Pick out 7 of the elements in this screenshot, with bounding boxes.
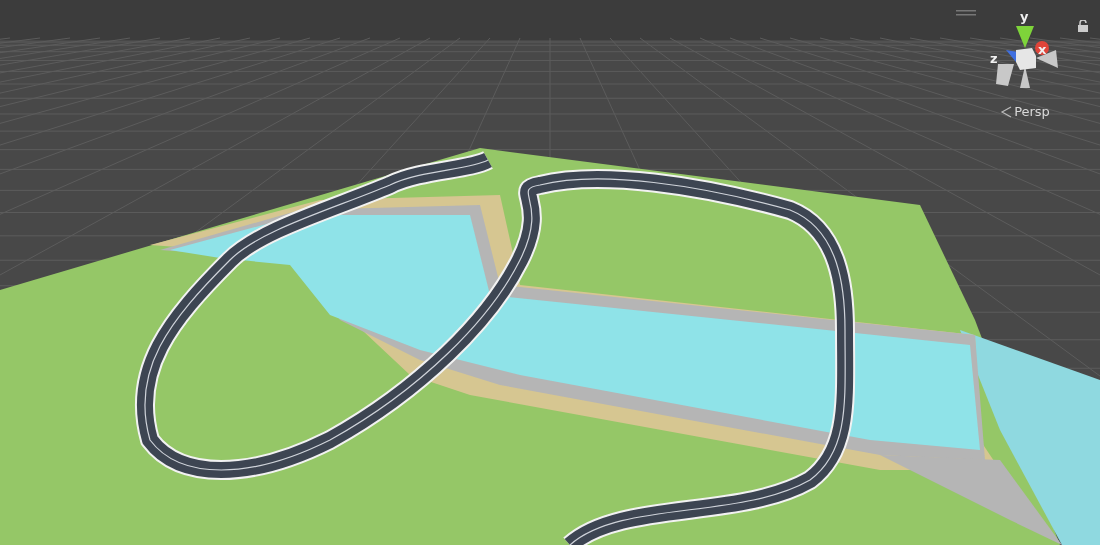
drag-handle-icon[interactable] <box>956 10 976 16</box>
projection-toggle[interactable]: Persp <box>1000 104 1050 119</box>
chevron-left-icon <box>1000 105 1013 118</box>
lock-icon[interactable] <box>1078 20 1088 32</box>
axis-label: x <box>1038 43 1047 56</box>
axis-label: z <box>990 52 998 65</box>
axis-label: y <box>1020 10 1029 23</box>
